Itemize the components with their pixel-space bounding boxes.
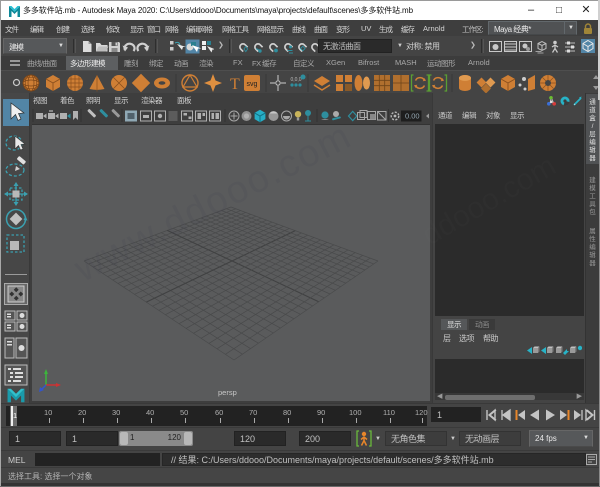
svg-text:包: 包 — [589, 207, 596, 216]
svg-text:辑: 辑 — [589, 145, 596, 154]
svg-text:0.00: 0.00 — [405, 112, 420, 121]
svg-text:通: 通 — [589, 97, 596, 106]
svg-text:svg: svg — [247, 81, 258, 88]
svg-text:工: 工 — [589, 193, 596, 200]
svg-text:器: 器 — [589, 154, 596, 162]
svg-text:编: 编 — [589, 137, 596, 146]
svg-text:0,0,0: 0,0,0 — [290, 77, 301, 83]
svg-text:性: 性 — [589, 234, 596, 243]
svg-text:盒: 盒 — [589, 113, 596, 122]
svg-text:模: 模 — [589, 183, 596, 192]
svg-text:建: 建 — [589, 175, 596, 184]
svg-text:T: T — [230, 76, 240, 93]
svg-text:编: 编 — [589, 242, 596, 251]
svg-text:道: 道 — [589, 105, 596, 114]
svg-text:/: / — [592, 123, 594, 130]
svg-text:属: 属 — [589, 227, 596, 235]
svg-text:层: 层 — [589, 130, 596, 138]
svg-text:辑: 辑 — [589, 250, 596, 259]
svg-text:器: 器 — [589, 259, 596, 267]
svg-text:具: 具 — [589, 200, 596, 208]
